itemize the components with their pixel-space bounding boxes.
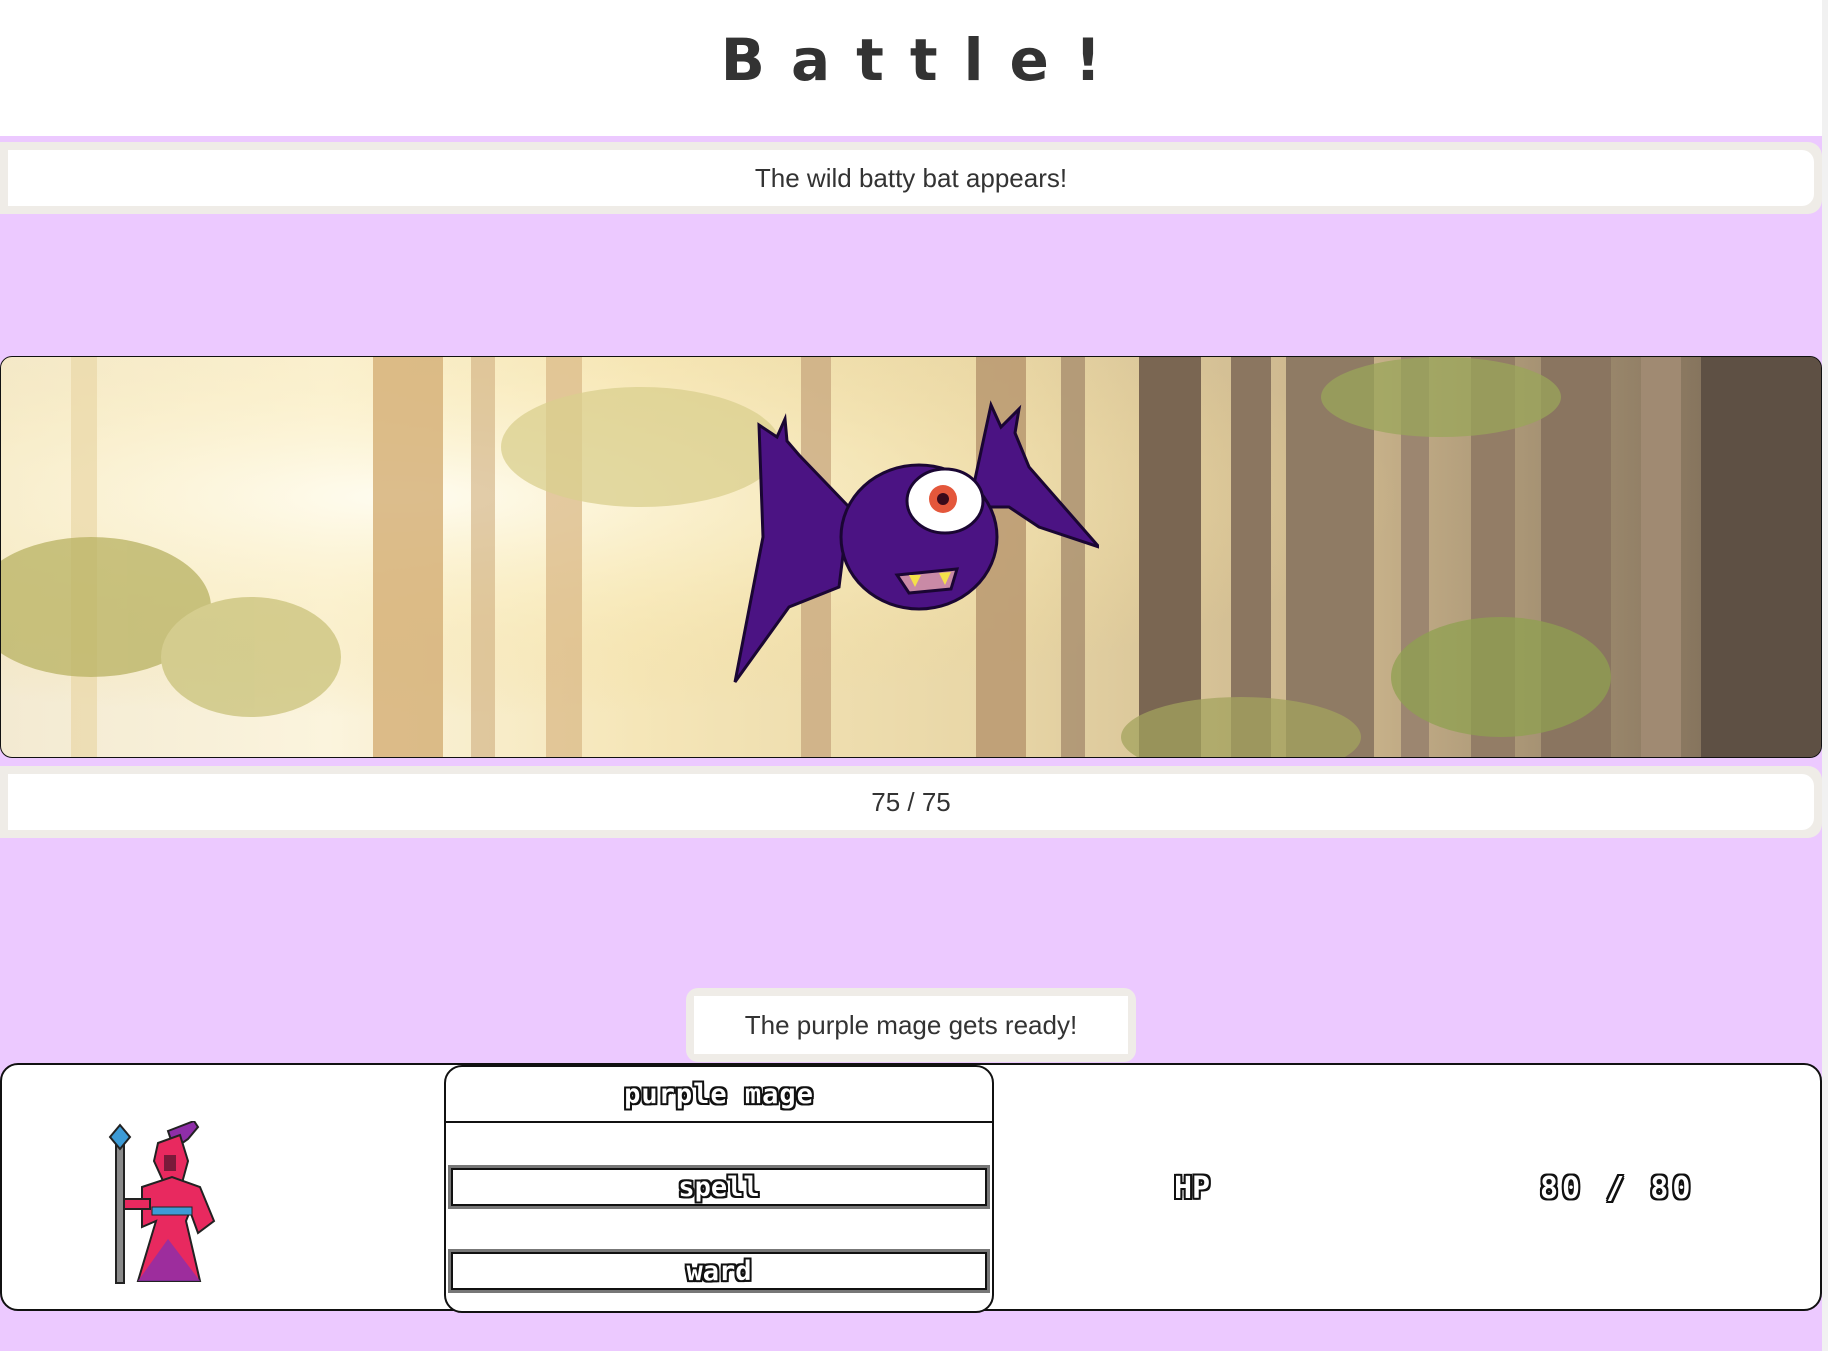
forest-scene	[0, 356, 1822, 758]
page-title: Battle!	[720, 26, 1128, 94]
player-panel: purple mage spell ward HP 80 / 80	[0, 1063, 1822, 1313]
spell-button[interactable]: spell	[448, 1165, 990, 1209]
player-message: The purple mage gets ready!	[694, 996, 1128, 1054]
player-hp-label: HP	[1174, 1171, 1211, 1206]
enemy-panel: The wild batty bat appears! 75 / 75	[0, 142, 1822, 838]
enemy-message: The wild batty bat appears!	[8, 150, 1814, 206]
bat-sprite-icon	[733, 400, 1099, 683]
ward-button[interactable]: ward	[448, 1249, 990, 1293]
player-hp-value: 80 / 80	[1540, 1171, 1695, 1206]
mage-sprite-icon	[108, 1121, 216, 1284]
player-message-box: The purple mage gets ready!	[686, 988, 1136, 1062]
action-menu: purple mage spell ward	[444, 1065, 994, 1313]
page-scrollbar[interactable]	[1822, 0, 1828, 1351]
enemy-hp-box: 75 / 75	[0, 766, 1822, 838]
enemy-message-box: The wild batty bat appears!	[0, 142, 1822, 214]
enemy-hp-value: 75 / 75	[8, 774, 1814, 830]
player-name: purple mage	[446, 1067, 992, 1123]
